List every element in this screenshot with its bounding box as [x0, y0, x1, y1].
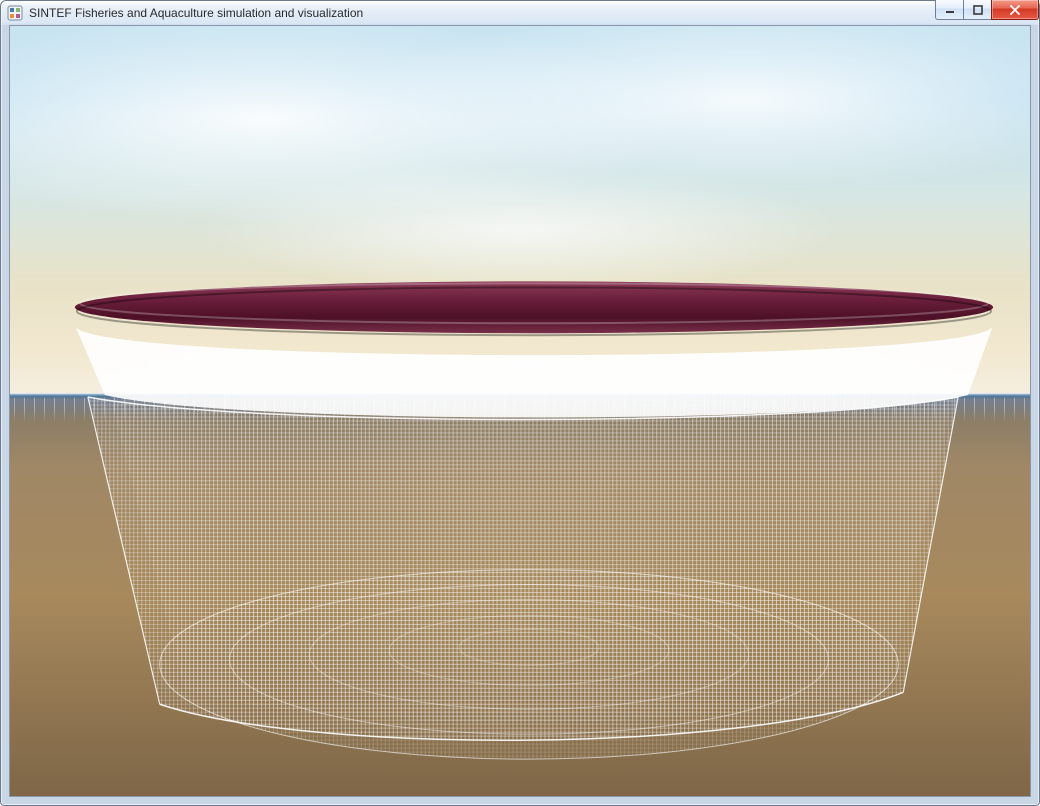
caption-buttons [935, 0, 1039, 20]
close-button[interactable] [991, 0, 1039, 20]
maximize-icon [973, 5, 983, 15]
titlebar[interactable]: SINTEF Fisheries and Aquaculture simulat… [1, 1, 1039, 25]
window-title: SINTEF Fisheries and Aquaculture simulat… [29, 1, 1037, 25]
application-window: SINTEF Fisheries and Aquaculture simulat… [0, 0, 1040, 806]
minimize-button[interactable] [935, 0, 963, 20]
minimize-icon [945, 5, 955, 15]
scene-3d [10, 26, 1030, 796]
viewport[interactable] [9, 25, 1031, 797]
app-icon [7, 5, 23, 21]
close-icon [1009, 5, 1021, 15]
float-ring [75, 281, 993, 335]
net-wall-front [88, 397, 958, 740]
maximize-button[interactable] [963, 0, 991, 20]
net-cage [10, 26, 1030, 796]
